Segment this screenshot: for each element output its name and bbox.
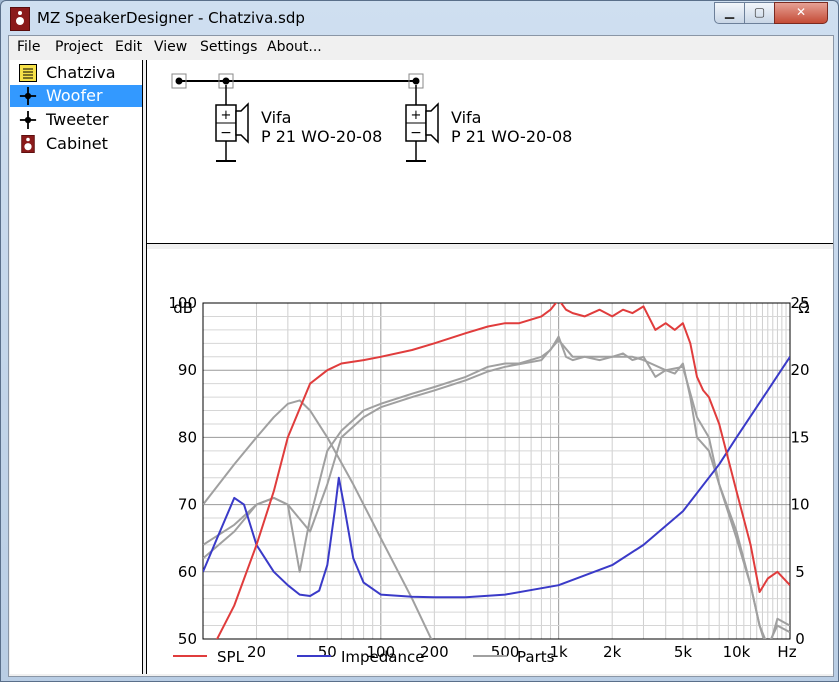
tree-item-woofer[interactable]: Woofer — [10, 85, 142, 107]
driver-brand-2: Vifa — [451, 108, 481, 127]
y2-tick-label: 15 — [790, 428, 809, 446]
x-tick-label: 20 — [247, 643, 266, 661]
woofer-driver-2[interactable]: + − Vifa P 21 WO-20-08 — [405, 73, 572, 162]
crossover-schematic[interactable]: + − Vifa P 21 WO-20-08 + − Vifa P 21 WO-… — [147, 60, 833, 243]
chart-svg: dB Ω5060708090100051015202520 50 100 200 500 1… — [168, 294, 809, 666]
x-tick-label: 50 — [318, 643, 337, 661]
x-axis-label: Hz — [777, 643, 796, 661]
driver-node-icon — [19, 87, 37, 105]
app-window: MZ SpeakerDesigner - Chatziva.sdp ▁ ▢ ✕ … — [0, 0, 839, 682]
tree-label-chatziva: Chatziva — [46, 63, 116, 82]
tree-item-tweeter[interactable]: Tweeter — [10, 109, 142, 131]
project-tree: Chatziva Woofer Tweeter Cabinet — [10, 60, 143, 674]
y2-tick-label: 20 — [790, 361, 809, 379]
legend-label: SPL — [217, 648, 245, 666]
driver-node-icon — [19, 111, 37, 129]
tree-item-cabinet[interactable]: Cabinet — [10, 133, 142, 155]
y2-tick-label: 10 — [790, 496, 809, 514]
menu-project[interactable]: Project — [55, 39, 103, 55]
y-tick-label: 100 — [168, 294, 197, 312]
frequency-response-chart[interactable]: dB Ω 50 60 70 80 90 100 0 5 10 15 20 25 20 50 100 200 500 1… — [147, 249, 833, 674]
y2-tick-label: 0 — [795, 630, 805, 648]
tree-label-tweeter: Tweeter — [46, 110, 109, 129]
woofer-driver-1[interactable]: + − Vifa P 21 WO-20-08 — [215, 73, 382, 162]
tree-label-woofer: Woofer — [46, 86, 103, 105]
title-bar[interactable]: MZ SpeakerDesigner - Chatziva.sdp ▁ ▢ ✕ — [1, 1, 838, 35]
x-tick-label: 5k — [674, 643, 693, 661]
tree-item-chatziva[interactable]: Chatziva — [10, 62, 142, 84]
cabinet-icon — [21, 135, 35, 153]
y-tick-label: 70 — [178, 496, 197, 514]
x-tick-label: 2k — [603, 643, 622, 661]
svg-text:+: + — [411, 108, 422, 123]
menu-view[interactable]: View — [154, 39, 187, 55]
svg-text:+: + — [221, 108, 232, 123]
y-tick-label: 90 — [178, 361, 197, 379]
menu-about[interactable]: About... — [267, 39, 322, 55]
notes-icon — [19, 64, 37, 82]
y-tick-label: 80 — [178, 428, 197, 446]
minimize-button[interactable]: ▁ — [714, 2, 745, 24]
svg-text:−: − — [410, 125, 422, 141]
close-button[interactable]: ✕ — [774, 2, 828, 24]
menu-bar: File Project Edit View Settings About... — [9, 36, 833, 60]
legend-label: Parts — [517, 648, 555, 666]
x-tick-label: 500 — [491, 643, 520, 661]
window-title: MZ SpeakerDesigner - Chatziva.sdp — [37, 9, 305, 27]
maximize-button[interactable]: ▢ — [744, 2, 775, 24]
driver-model-1: P 21 WO-20-08 — [261, 127, 382, 146]
svg-text:−: − — [220, 125, 232, 141]
y-tick-label: 60 — [178, 563, 197, 581]
driver-brand-1: Vifa — [261, 108, 291, 127]
client-area: File Project Edit View Settings About...… — [8, 35, 834, 677]
y-tick-label: 50 — [178, 630, 197, 648]
menu-edit[interactable]: Edit — [115, 39, 142, 55]
x-tick-label: 10k — [723, 643, 751, 661]
speaker-app-icon[interactable] — [10, 7, 30, 31]
y2-tick-label: 5 — [795, 563, 805, 581]
legend-label: Impedance — [341, 648, 424, 666]
menu-settings[interactable]: Settings — [200, 39, 257, 55]
menu-file[interactable]: File — [17, 39, 40, 55]
tree-label-cabinet: Cabinet — [46, 134, 108, 153]
driver-model-2: P 21 WO-20-08 — [451, 127, 572, 146]
y2-tick-label: 25 — [790, 294, 809, 312]
